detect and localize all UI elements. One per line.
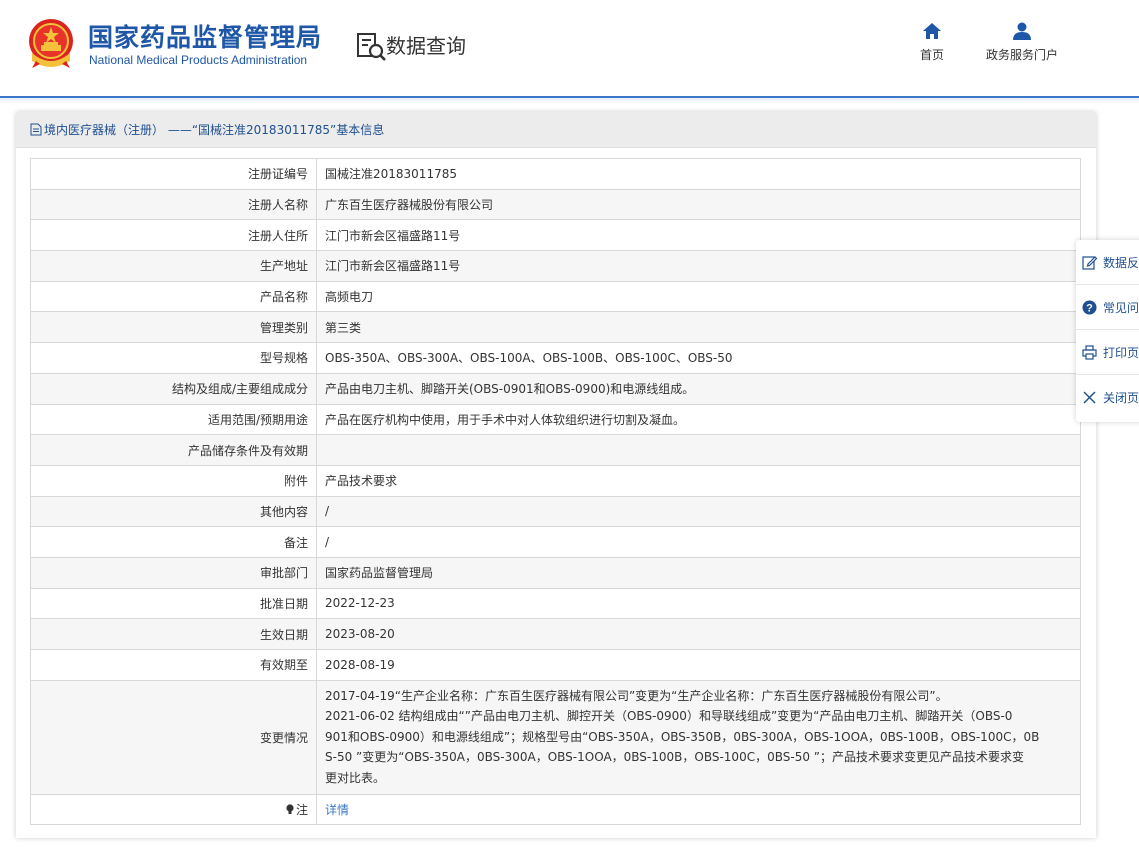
nav-service-portal[interactable]: 政务服务门户	[980, 22, 1064, 63]
table-row: 注册证编号 国械注准20183011785	[30, 158, 1081, 190]
field-label: 有效期至	[30, 649, 317, 681]
field-label: 生产地址	[30, 250, 317, 282]
note-value-cell: 详情	[316, 793, 1081, 826]
table-row: 型号规格 OBS-350A、OBS-300A、OBS-100A、OBS-100B、…	[30, 342, 1081, 374]
close-page-button[interactable]: 关闭页	[1076, 375, 1139, 420]
field-label: 适用范围/预期用途	[30, 403, 317, 436]
table-row: 产品名称 高频电刀	[30, 280, 1081, 313]
panel-title: 境内医疗器械（注册） ——“国械注准20183011785”基本信息	[44, 123, 385, 137]
table-row-note: 注 详情	[30, 793, 1081, 826]
note-label: 注	[295, 803, 308, 818]
nav-home-label: 首页	[919, 48, 944, 62]
field-label: 管理类别	[30, 311, 317, 344]
close-page-label: 关闭页	[1103, 391, 1139, 405]
close-icon	[1083, 391, 1096, 404]
table-row: 备注 /	[30, 526, 1081, 558]
table-row: 附件 产品技术要求	[30, 464, 1081, 497]
user-icon	[1013, 22, 1031, 40]
table-row-change-history: 变更情况 2017-04-19“生产企业名称：广东百生医疗器械有限公司”变更为“生…	[30, 679, 1081, 795]
national-emblem-icon	[29, 19, 73, 68]
site-header: 国家药品监督管理局 National Medical Products Admi…	[0, 0, 1139, 96]
details-link[interactable]: 详情	[325, 803, 349, 817]
change-history-line: 更对比表。	[325, 770, 386, 785]
page-section-title: 数据查询	[386, 34, 466, 58]
detail-panel: 境内医疗器械（注册） ——“国械注准20183011785”基本信息 注册证编号…	[16, 112, 1096, 838]
table-row: 产品储存条件及有效期	[30, 434, 1081, 466]
field-value: /	[316, 495, 1081, 528]
table-row: 生效日期 2023-08-20	[30, 618, 1081, 650]
change-history-line: 2021-06-02 结构组成由“”产品由电刀主机、脚控开关（OBS-0900）…	[325, 709, 1013, 724]
field-label: 结构及组成/主要组成成分	[30, 372, 317, 405]
field-label: 其他内容	[30, 495, 317, 528]
field-value: 第三类	[316, 311, 1081, 344]
table-row: 生产地址 江门市新会区福盛路11号	[30, 250, 1081, 282]
nav-home[interactable]: 首页	[912, 22, 952, 63]
field-value: 高频电刀	[316, 280, 1081, 313]
field-value: 产品在医疗机构中使用，用于手术中对人体软组织进行切割及凝血。	[316, 403, 1081, 436]
brand-name-en: National Medical Products Administration	[89, 53, 308, 67]
question-icon: ?	[1082, 300, 1097, 314]
table-row: 注册人住所 江门市新会区福盛路11号	[30, 219, 1081, 252]
field-label: 注册人名称	[30, 188, 317, 221]
field-label: 注册人住所	[30, 219, 317, 252]
field-value: 国家药品监督管理局	[316, 556, 1081, 589]
field-value: 2022-12-23	[316, 587, 1081, 620]
home-icon	[923, 23, 941, 39]
edit-icon	[1082, 255, 1097, 270]
field-value: 江门市新会区福盛路11号	[316, 250, 1081, 282]
table-row: 适用范围/预期用途 产品在医疗机构中使用，用于手术中对人体软组织进行切割及凝血。	[30, 403, 1081, 436]
table-row: 批准日期 2022-12-23	[30, 587, 1081, 620]
field-label: 审批部门	[30, 556, 317, 589]
field-value: /	[316, 526, 1081, 558]
print-button[interactable]: 打印页	[1076, 330, 1139, 375]
field-value: OBS-350A、OBS-300A、OBS-100A、OBS-100B、OBS-…	[316, 342, 1081, 374]
field-label: 变更情况	[30, 679, 317, 795]
change-history-line: 2017-04-19“生产企业名称：广东百生医疗器械有限公司”变更为“生产企业名…	[325, 688, 948, 703]
table-row: 审批部门 国家药品监督管理局	[30, 556, 1081, 589]
field-label: 生效日期	[30, 618, 317, 650]
field-value: 产品由电刀主机、脚踏开关(OBS-0901和OBS-0900)和电源线组成。	[316, 372, 1081, 405]
svg-text:?: ?	[1086, 302, 1093, 314]
faq-label: 常见问	[1103, 300, 1139, 315]
table-row: 有效期至 2028-08-19	[30, 649, 1081, 681]
print-label: 打印页	[1103, 345, 1139, 360]
field-label: 备注	[30, 526, 317, 558]
panel-header: 境内医疗器械（注册） ——“国械注准20183011785”基本信息	[16, 112, 1096, 148]
field-value: 2028-08-19	[316, 649, 1081, 681]
field-value: 国械注准20183011785	[316, 158, 1081, 190]
brand-name-cn: 国家药品监督管理局	[88, 23, 323, 52]
table-row: 其他内容 /	[30, 495, 1081, 528]
lightbulb-icon	[286, 804, 294, 815]
change-history-line: 901和OBS-0900）和电源线组成”；规格型号由“OBS-350A，OBS-…	[325, 729, 1040, 744]
field-label: 产品名称	[30, 280, 317, 313]
note-label-cell: 注	[30, 793, 317, 826]
field-label: 产品储存条件及有效期	[30, 434, 317, 466]
field-value: 广东百生医疗器械股份有限公司	[316, 188, 1081, 221]
feedback-button[interactable]: 数据反	[1076, 240, 1139, 285]
table-row: 管理类别 第三类	[30, 311, 1081, 344]
field-value: 江门市新会区福盛路11号	[316, 219, 1081, 252]
field-value: 产品技术要求	[316, 464, 1081, 497]
change-history-value: 2017-04-19“生产企业名称：广东百生医疗器械有限公司”变更为“生产企业名…	[316, 679, 1081, 795]
table-row: 结构及组成/主要组成成分 产品由电刀主机、脚踏开关(OBS-0901和OBS-09…	[30, 372, 1081, 405]
floating-toolbar: 数据反 ? 常见问 打印页 关闭页	[1076, 240, 1139, 422]
field-label: 注册证编号	[30, 158, 317, 190]
nav-service-portal-label: 政务服务门户	[985, 48, 1058, 62]
data-search-icon	[357, 33, 386, 61]
faq-button[interactable]: ? 常见问	[1076, 285, 1139, 330]
field-value	[316, 434, 1081, 466]
field-label: 型号规格	[30, 342, 317, 374]
feedback-label: 数据反	[1103, 255, 1139, 270]
field-label: 批准日期	[30, 587, 317, 620]
change-history-line: S-50 ”变更为“OBS-350A，0BS-300A，OBS-1OOA，0BS…	[325, 750, 1024, 765]
print-icon	[1082, 344, 1097, 360]
detail-table: 注册证编号 国械注准20183011785 注册人名称 广东百生医疗器械股份有限公司注…	[30, 158, 1081, 826]
field-label: 附件	[30, 464, 317, 497]
table-row: 注册人名称 广东百生医疗器械股份有限公司	[30, 188, 1081, 221]
field-value: 2023-08-20	[316, 618, 1081, 650]
document-icon	[30, 123, 42, 136]
